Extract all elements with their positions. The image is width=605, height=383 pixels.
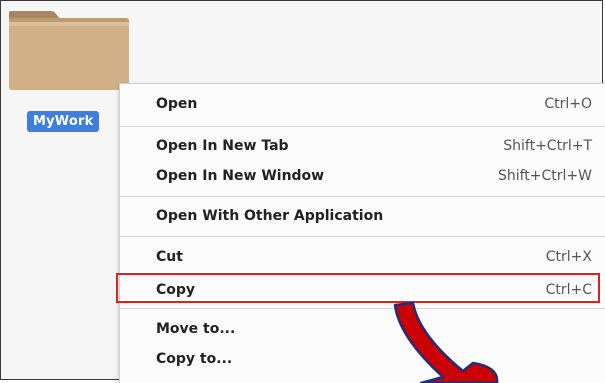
menu-separator [120,308,605,309]
menu-item-open-with-other-application[interactable]: Open With Other Application [120,201,604,231]
menu-item-copy-to[interactable]: Copy to... [120,344,604,374]
menu-item-move-to[interactable]: Move to... [120,314,604,344]
menu-item-label: Open In New Window [156,168,325,184]
menu-item-open[interactable]: Open Ctrl+O [120,89,604,119]
menu-item-shortcut: Ctrl+X [545,249,592,265]
menu-separator [120,126,605,127]
menu-item-open-in-new-tab[interactable]: Open In New Tab Shift+Ctrl+T [120,131,604,161]
menu-item-label: Open [156,96,198,112]
file-manager-view: MyWork Open Ctrl+O Open In New Tab Shift… [0,0,605,383]
menu-item-cut[interactable]: Cut Ctrl+X [120,242,604,272]
menu-item-label: Open In New Tab [156,138,289,154]
arrow-icon [393,301,499,383]
menu-item-open-in-new-window[interactable]: Open In New Window Shift+Ctrl+W [120,161,604,191]
menu-separator [120,196,605,197]
menu-item-label: Move to... [156,321,236,337]
context-menu: Open Ctrl+O Open In New Tab Shift+Ctrl+T… [119,83,605,383]
menu-item-shortcut: Shift+Ctrl+W [497,168,592,184]
file-name-label[interactable]: MyWork [27,111,100,132]
menu-item-shortcut: Ctrl+O [544,96,592,112]
menu-separator [120,236,605,237]
menu-item-label: Copy to... [156,351,233,367]
menu-item-shortcut: Shift+Ctrl+T [503,138,592,154]
folder-icon[interactable] [7,9,131,91]
menu-item-label: Open With Other Application [156,208,384,224]
copy-highlight-box [116,273,600,303]
menu-item-label: Cut [156,249,183,265]
